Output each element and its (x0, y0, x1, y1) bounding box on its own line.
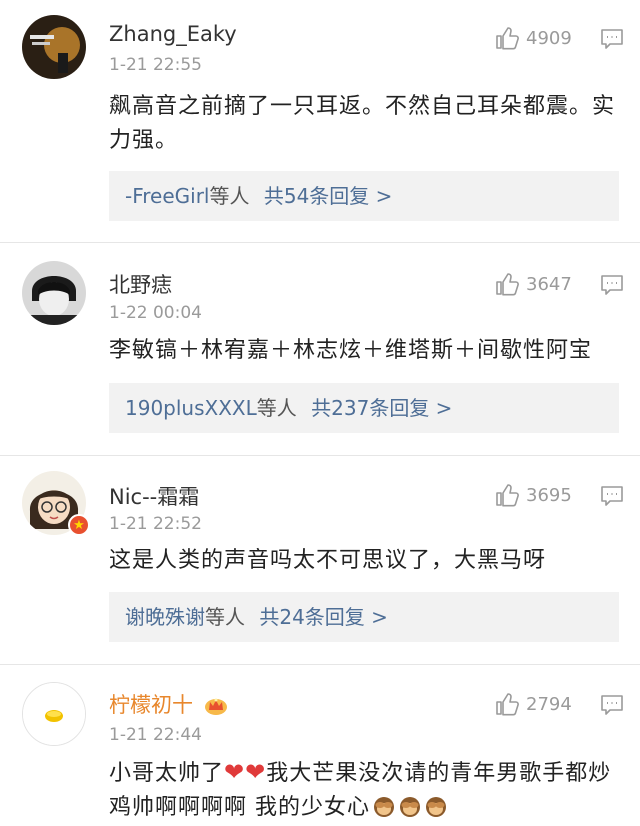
reply-users[interactable]: -FreeGirl (125, 184, 210, 208)
like-count: 4909 (526, 27, 572, 49)
see-no-evil-monkey-emoji (426, 797, 446, 817)
username[interactable]: Nic--霜霜 (109, 481, 199, 511)
timestamp: 1-21 22:55 (109, 55, 202, 75)
reply-summary[interactable]: -FreeGirl等人 共54条回复 > (109, 171, 619, 221)
comment-icon[interactable] (600, 694, 624, 716)
timestamp: 1-21 22:44 (109, 725, 202, 745)
thumbs-up-icon (496, 27, 519, 50)
timestamp: 1-21 22:52 (109, 514, 202, 534)
heart-emoji: ❤ (224, 758, 246, 786)
reply-suffix: 等人 (209, 184, 250, 208)
see-no-evil-monkey-emoji (374, 797, 394, 817)
heart-emoji: ❤ (245, 758, 267, 786)
like-button[interactable]: 3647 (494, 271, 572, 297)
avatar[interactable] (22, 261, 86, 325)
like-button[interactable]: 4909 (494, 25, 572, 51)
comment-icon[interactable] (600, 28, 624, 50)
avatar[interactable] (22, 15, 86, 79)
thumbs-up-icon (496, 484, 519, 507)
comment-text: 这是人类的声音吗太不可思议了，大黑马呀 (109, 548, 547, 573)
comment-icon[interactable] (600, 485, 624, 507)
crown-icon (204, 698, 227, 715)
reply-users[interactable]: 谢晚殊谢 (125, 605, 205, 629)
comment-icon[interactable] (600, 274, 624, 296)
comment-item: 北野痣 1-22 00:04 3647 李敏镐＋林宥嘉＋林志炫＋维塔斯＋间歇性阿… (0, 243, 640, 455)
username[interactable]: 北野痣 (109, 269, 172, 299)
reply-users[interactable]: 190plusXXXL (125, 396, 257, 420)
comment-text: 飙高音之前摘了一只耳返。不然自己耳朵都震。实力强。 (109, 94, 616, 153)
username[interactable]: 柠檬初十 (109, 689, 228, 719)
comment-text: 小哥太帅了❤❤我大芒果没次请的青年男歌手都炒鸡帅啊啊啊啊 我的少女心 (109, 755, 621, 825)
verified-badge-icon: ★ (68, 514, 90, 536)
username[interactable]: Zhang_Eaky (109, 22, 237, 46)
comment-item: 柠檬初十 1-21 22:44 2794 小哥太帅了❤❤我大芒果没次请的青年男歌… (0, 665, 640, 826)
reply-count-link[interactable]: 共24条回复 > (259, 605, 388, 629)
see-no-evil-monkey-emoji (400, 797, 420, 817)
reply-count-link[interactable]: 共54条回复 > (264, 184, 393, 208)
reply-summary[interactable]: 190plusXXXL等人 共237条回复 > (109, 383, 619, 433)
like-count: 3695 (526, 484, 572, 506)
like-count: 2794 (526, 693, 572, 715)
timestamp: 1-22 00:04 (109, 303, 202, 323)
comment-text-part: 小哥太帅了 (109, 761, 225, 786)
comment-item: ★ Nic--霜霜 1-21 22:52 3695 这是人类的声音吗太不可思议了… (0, 456, 640, 664)
reply-suffix: 等人 (256, 396, 297, 420)
thumbs-up-icon (496, 273, 519, 296)
thumbs-up-icon (496, 693, 519, 716)
avatar[interactable] (22, 682, 86, 746)
like-button[interactable]: 2794 (494, 691, 572, 717)
comment-item: Zhang_Eaky 1-21 22:55 4909 飙高音之前摘了一只耳返。不… (0, 0, 640, 242)
reply-count-link[interactable]: 共237条回复 > (311, 396, 452, 420)
like-button[interactable]: 3695 (494, 482, 572, 508)
comment-text: 李敏镐＋林宥嘉＋林志炫＋维塔斯＋间歇性阿宝 (109, 338, 593, 363)
reply-suffix: 等人 (205, 605, 245, 629)
reply-summary[interactable]: 谢晚殊谢等人 共24条回复 > (109, 592, 619, 642)
like-count: 3647 (526, 273, 572, 295)
username-text[interactable]: 柠檬初十 (109, 693, 193, 717)
